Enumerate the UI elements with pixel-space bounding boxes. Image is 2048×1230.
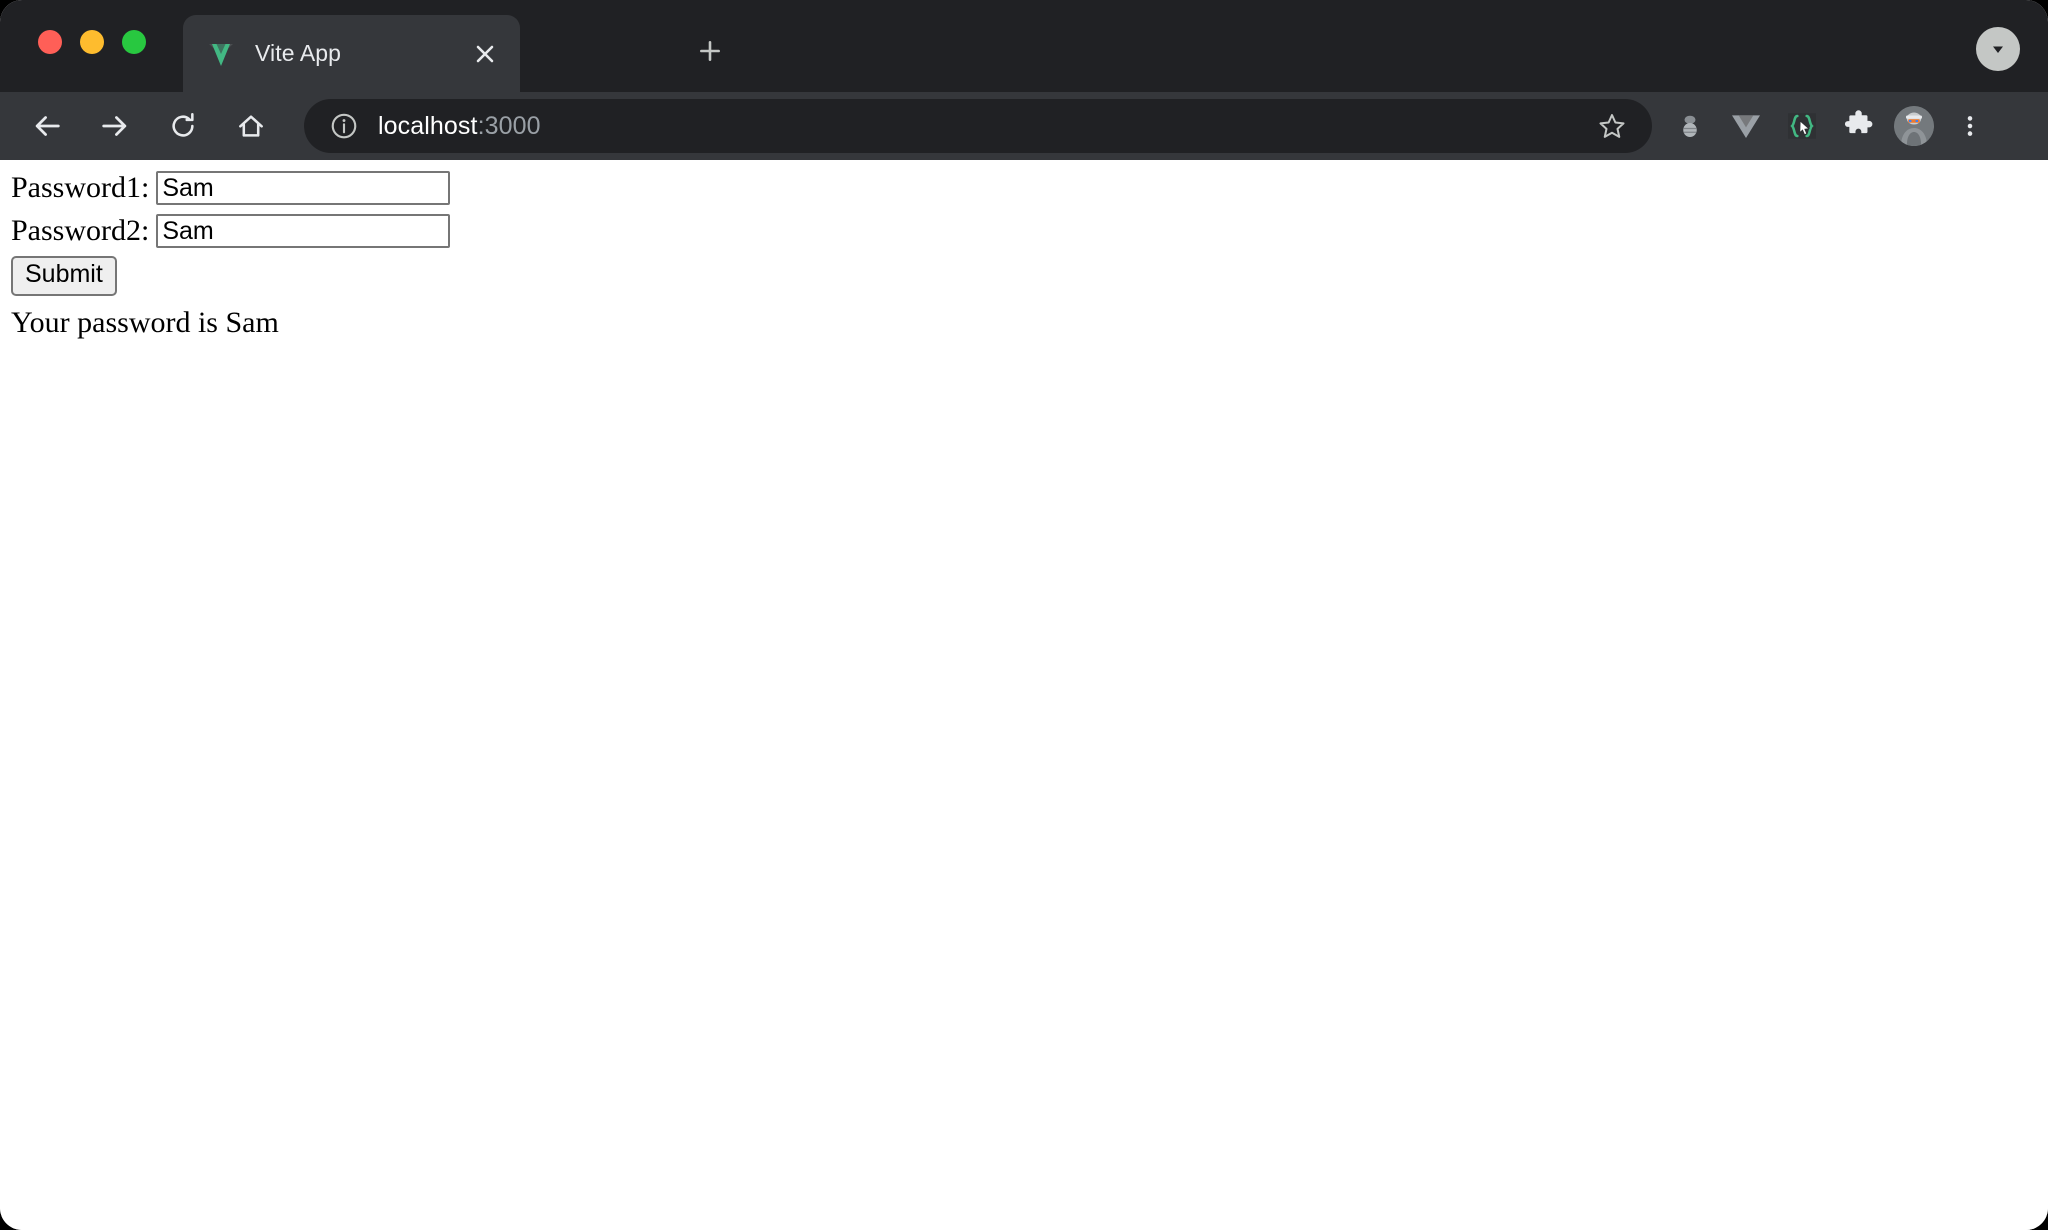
browser-toolbar: localhost:3000 — [0, 92, 2048, 160]
password2-input[interactable] — [156, 214, 451, 248]
password1-input[interactable] — [156, 171, 451, 205]
toolbar-actions — [1662, 98, 2012, 154]
reload-button[interactable] — [152, 95, 214, 157]
back-button[interactable] — [16, 95, 78, 157]
home-button[interactable] — [220, 95, 282, 157]
browser-window: Vite App localhost:3000 Password1: Sam P… — [0, 0, 2048, 1230]
vite-vue-logo-icon — [207, 40, 235, 68]
submit-row: Submit — [11, 256, 2048, 296]
submit-button[interactable]: Submit — [11, 256, 117, 296]
tab-search-button[interactable] — [1976, 27, 2020, 71]
close-window-button[interactable] — [38, 30, 62, 54]
tab-title: Vite App — [255, 40, 342, 66]
page-viewport: Password1: Password2: Submit Your passwo… — [0, 160, 2048, 1230]
code-cursor-extension-icon[interactable] — [1774, 98, 1830, 154]
password2-row: Password2: — [11, 213, 2048, 249]
tab-strip: Vite App — [0, 0, 2048, 92]
address-bar[interactable]: localhost:3000 — [304, 99, 1652, 153]
info-circle-icon[interactable] — [326, 108, 362, 144]
password2-label: Password2: — [11, 214, 150, 247]
three-dot-menu-icon[interactable] — [1942, 98, 1998, 154]
password-form: Password1: Password2: Submit Your passwo… — [0, 160, 2048, 338]
puzzle-extensions-icon[interactable] — [1830, 98, 1886, 154]
maximize-window-button[interactable] — [122, 30, 146, 54]
profile-avatar[interactable] — [1886, 98, 1942, 154]
browser-tab[interactable]: Vite App — [183, 15, 520, 92]
star-icon[interactable] — [1590, 104, 1634, 148]
password1-row: Password1: — [11, 170, 2048, 206]
url-host: localhost — [378, 111, 478, 140]
window-controls — [38, 30, 146, 54]
forward-button[interactable] — [84, 95, 146, 157]
avatar — [1894, 106, 1934, 146]
password1-label: Password1: — [11, 171, 150, 204]
url-text[interactable]: localhost:3000 — [378, 112, 1590, 141]
new-tab-button[interactable] — [687, 28, 733, 74]
minimize-window-button[interactable] — [80, 30, 104, 54]
url-port: :3000 — [477, 111, 541, 140]
close-tab-button[interactable] — [462, 31, 508, 77]
result-message: Your password is Sam — [11, 305, 279, 339]
vue-devtools-icon[interactable] — [1718, 98, 1774, 154]
extension-gray-icon[interactable] — [1662, 98, 1718, 154]
